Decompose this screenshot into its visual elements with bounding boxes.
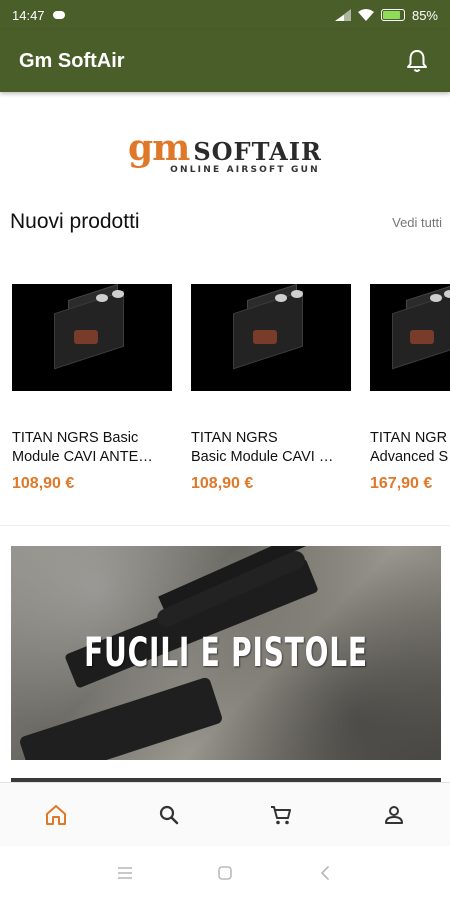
- battery-percent: 85%: [411, 7, 438, 23]
- logo-brand-main: gm: [128, 127, 190, 169]
- status-bar: 14:47 85%: [0, 0, 450, 30]
- nav-search[interactable]: [145, 791, 193, 839]
- product-name-line1: TITAN NGRS Basic: [12, 430, 139, 446]
- product-name: TITAN NGRS Basic Module CAVI …: [191, 429, 351, 469]
- banner-title: FUCILI E PISTOLE: [84, 630, 368, 676]
- product-card[interactable]: TITAN NGR Advanced S 167,90 €: [370, 284, 450, 493]
- home-button[interactable]: [210, 858, 240, 888]
- account-icon: [384, 805, 403, 824]
- back-chevron-icon: [321, 866, 329, 880]
- product-price: 108,90 €: [12, 475, 75, 492]
- recents-button[interactable]: [110, 858, 140, 888]
- see-all-link[interactable]: Vedi tutti: [392, 215, 442, 230]
- store-logo: gm SOFTAIR ONLINE AIRSOFT GUN: [0, 127, 450, 175]
- product-image: [12, 284, 172, 391]
- product-price: 167,90 €: [370, 475, 433, 492]
- product-name-line1: TITAN NGR: [370, 430, 448, 446]
- menu-icon: [118, 867, 132, 879]
- home-icon: [46, 804, 67, 825]
- cloud-icon: [52, 11, 65, 19]
- product-card[interactable]: TITAN NGRS Basic Module CAVI ANTE… 108,9…: [12, 284, 172, 493]
- logo-tagline: ONLINE AIRSOFT GUN: [170, 165, 320, 175]
- rifle-illustration: [18, 676, 224, 760]
- product-card[interactable]: TITAN NGRS Basic Module CAVI … 108,90 €: [191, 284, 351, 493]
- notifications-button[interactable]: [400, 44, 434, 78]
- bell-icon: [407, 50, 427, 72]
- status-time: 14:47: [12, 7, 45, 23]
- products-carousel[interactable]: TITAN NGRS Basic Module CAVI ANTE… 108,9…: [12, 284, 450, 514]
- nav-home[interactable]: [32, 791, 80, 839]
- app-title: Gm SoftAir: [19, 49, 125, 72]
- product-name: TITAN NGRS Basic Module CAVI ANTE…: [12, 429, 172, 469]
- bottom-navigation: [0, 782, 450, 846]
- product-name-line2: Basic Module CAVI …: [191, 449, 334, 465]
- nav-cart[interactable]: [257, 791, 305, 839]
- product-name-line2: Advanced S: [370, 449, 449, 465]
- product-price: 108,90 €: [191, 475, 254, 492]
- new-products-header: Nuovi prodotti Vedi tutti: [10, 210, 442, 234]
- category-banner-rifles-pistols[interactable]: FUCILI E PISTOLE: [11, 546, 441, 760]
- section-title: Nuovi prodotti: [10, 210, 140, 233]
- product-image: [191, 284, 351, 391]
- app-bar: Gm SoftAir: [0, 30, 450, 92]
- battery-icon: [380, 9, 405, 21]
- nav-account[interactable]: [370, 791, 418, 839]
- product-image: [370, 284, 450, 391]
- product-name-line2: Module CAVI ANTE…: [12, 449, 153, 465]
- search-icon: [159, 805, 178, 824]
- logo-brand-secondary: SOFTAIR: [193, 137, 322, 166]
- wifi-icon: [357, 9, 374, 21]
- product-name: TITAN NGR Advanced S: [370, 429, 450, 469]
- square-icon: [218, 866, 232, 880]
- section-divider: [0, 525, 450, 526]
- product-name-line1: TITAN NGRS: [191, 430, 278, 446]
- signal-icon: [334, 9, 351, 21]
- cart-icon: [271, 805, 292, 824]
- back-button[interactable]: [310, 858, 340, 888]
- system-navigation: [0, 846, 450, 900]
